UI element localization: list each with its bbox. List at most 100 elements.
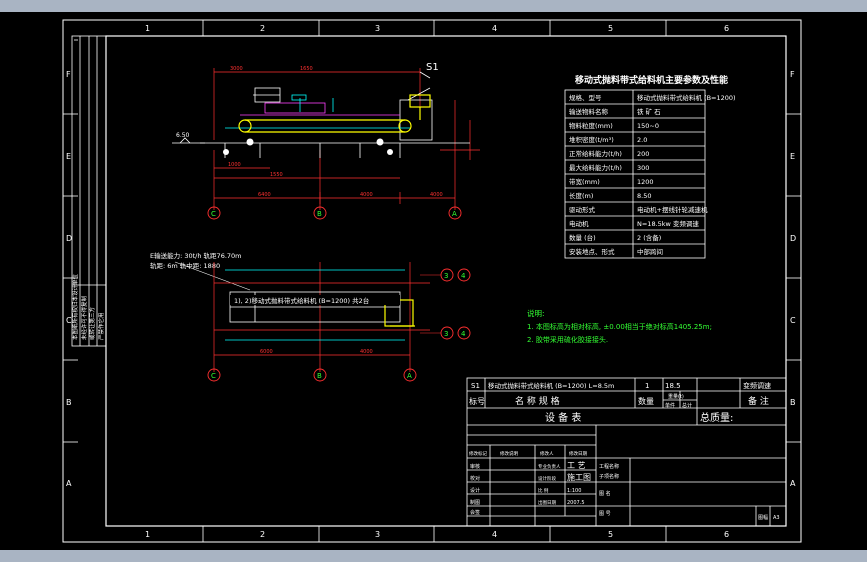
param-label: 电动机 [569,219,589,228]
zone-left-E: E [66,152,71,161]
header-weight: 重量(t) [668,393,684,400]
zone-top-3: 3 [375,24,380,33]
signature-role: 制图 [470,499,480,506]
sheet-size-value: A3 [773,515,780,521]
signature-value: 1:100 [567,488,581,494]
zone-top-2: 2 [260,24,265,33]
zone-bottom-2: 2 [260,530,265,539]
dim-text: 6000 [260,349,273,355]
change-header: 修改日期 [569,450,587,457]
cad-drawing-sheet: 1 2 3 4 5 6 1 2 3 4 5 6 F E D C B A F E … [0,12,867,550]
zone-bottom-1: 1 [145,530,150,539]
total-weight-label: 总质量: [700,411,733,424]
zone-top-5: 5 [608,24,613,33]
dim-text: 1550 [270,172,283,178]
header-name: 名 称 规 格 [515,395,560,407]
zone-bottom-5: 5 [608,530,613,539]
info-label: 图 号 [599,511,611,517]
param-value: 电动机+摆线针轮减速机 [637,205,708,214]
change-header: 修改说明 [500,450,518,457]
signature-value: 2007.5 [567,500,585,506]
param-value: 移动式抛料带式给料机 (B=1200) [637,93,736,102]
zone-bottom-6: 6 [724,530,729,539]
param-label: 驱动形式 [569,205,596,214]
dim-text: 1000 [228,162,241,168]
dim-text: 4000 [430,192,443,198]
param-value: N=18.5kw 变频调速 [637,219,699,228]
axis-bubble-A: A [452,210,457,218]
note-item-2: 2. 胶带采用硫化胶接接头. [527,335,608,344]
level-label: 6.50 [176,132,190,139]
stamp-line-3: 或转让第三方 [88,306,96,340]
axis-bubble-4: 4 [461,330,466,338]
signature-value: 施工图 [567,472,591,482]
axis-bubble-C: C [211,210,216,218]
signature-field: 设计阶段 [538,475,556,482]
param-value: 200 [637,150,649,158]
stamp-line-4: 严禁作它用 [97,312,105,340]
signature-role: 校对 [470,475,480,482]
param-label: 安装地点、形式 [569,247,615,256]
stamp-line-1: 本图纸所有权归本设计单位 [71,273,79,340]
param-value: 8.50 [637,192,651,200]
signature-role: 会签 [470,509,480,516]
param-value: 300 [637,164,649,172]
dim-text: 1650 [300,66,313,72]
parameter-table-title: 移动式抛料带式给料机主要参数及性能 [575,74,728,86]
axis-bubble-B: B [317,372,322,380]
param-label: 正常给料能力(t/h) [569,149,622,158]
param-value: 150~0 [637,122,659,130]
axis-bubble-B: B [317,210,322,218]
change-header: 修改人 [540,450,554,457]
s1-label: S1 [426,62,439,73]
plan-note-line1: E输送能力: 30t/h 轨距76.70m [150,251,242,260]
header-unit-weight: 单件 [665,402,675,409]
header-remark: 备 注 [748,395,769,407]
zone-left-A: A [66,479,72,488]
param-label: 输送物料名称 [569,107,609,116]
signature-role: 设计 [470,487,480,494]
header-qty: 数量 [638,396,654,406]
signature-value: 工 艺 [567,461,586,470]
param-value: 铁 矿 石 [637,107,661,116]
param-value: 2.0 [637,136,647,144]
param-label: 物料粒度(mm) [569,121,613,130]
note-item-1: 1. 本图标高为相对标高, ±0.00相当于绝对标高1405.25m; [527,322,712,331]
axis-bubble-3: 3 [444,330,448,338]
info-label: 图 名 [599,490,611,497]
zone-top-4: 4 [492,24,497,33]
param-label: 堆积密度(t/m³) [569,135,614,144]
param-label: 带宽(mm) [569,177,600,186]
signature-field: 专业负责人 [538,463,561,470]
zone-bottom-4: 4 [492,530,497,539]
equip-name: 移动式抛料带式给料机 (B=1200) L=8.5m [488,381,614,390]
header-no: 标号 [469,396,485,406]
axis-bubble-C: C [211,372,216,380]
equip-remark: 变频调速 [743,381,771,390]
axis-bubble-3: 3 [444,272,448,280]
zone-right-A: A [790,479,796,488]
zone-left-C: C [66,316,72,325]
zone-bottom-3: 3 [375,530,380,539]
plan-equipment-label: 1), 2)移动式抛料带式给料机 (B=1200) 共2台 [234,296,369,305]
info-label: 工程名称 [599,463,619,470]
equip-tag: S1 [471,382,480,390]
zone-left-B: B [66,398,72,407]
dim-text: 6400 [258,192,271,198]
equip-qty: 1 [645,382,649,390]
axis-bubble-4: 4 [461,272,466,280]
param-label: 长度(m) [569,191,593,200]
param-label: 规格、型号 [569,93,602,102]
sheet-size-label: 图幅 [758,514,768,521]
zone-left-F: F [66,70,71,79]
dim-text: 4000 [360,349,373,355]
info-label: 子项名称 [599,473,619,480]
schedule-label: 设 备 表 [545,411,581,424]
zone-right-B: B [790,398,796,407]
signature-field: 出图日期 [538,499,556,506]
dim-text: 3000 [230,66,243,72]
notes-heading: 说明: [527,308,545,318]
signature-field: 比 例 [538,487,549,494]
zone-right-E: E [790,152,795,161]
param-label: 最大给料能力(t/h) [569,163,622,172]
